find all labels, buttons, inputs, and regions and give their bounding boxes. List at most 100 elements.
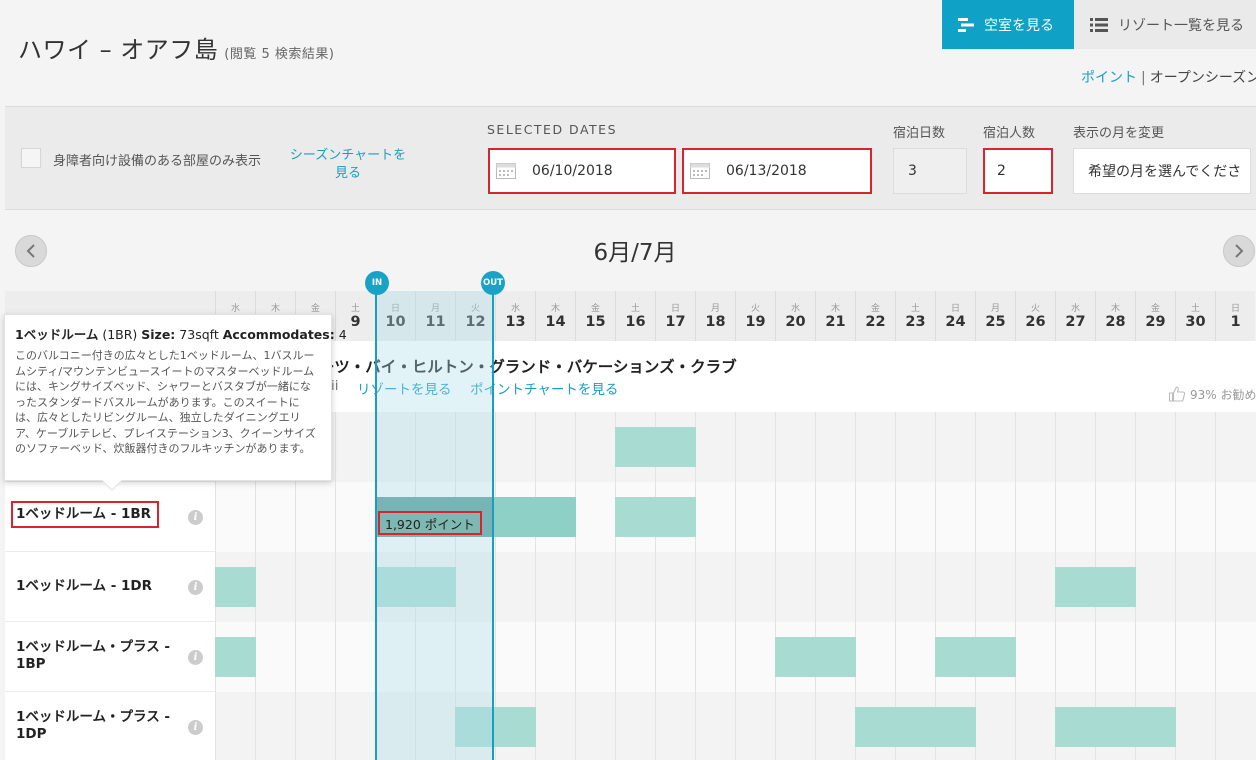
guests-field[interactable]: 2 xyxy=(983,148,1053,194)
checkout-date-field[interactable]: 06/13/2018 xyxy=(682,148,872,194)
weekday-label: 月 xyxy=(990,304,1000,314)
timeline-icon xyxy=(958,17,974,32)
room-name[interactable]: 1ベッドルーム - 1BR xyxy=(11,501,160,528)
day-number: 20 xyxy=(785,314,806,330)
checkin-marker[interactable]: IN xyxy=(365,271,389,295)
rating-text: 93% お勧め xyxy=(1190,387,1256,402)
room-name[interactable]: 1ベッドルーム・プラス - 1BP xyxy=(16,639,181,673)
open-season-link[interactable]: オープンシーズン xyxy=(1150,70,1256,86)
checkin-date-field[interactable]: 06/10/2018 xyxy=(488,148,676,194)
availability-block[interactable] xyxy=(1055,567,1136,607)
day-cell: 水 13 xyxy=(495,291,535,341)
day-number: 30 xyxy=(1185,314,1206,330)
season-chart-link[interactable]: シーズンチャートを見る xyxy=(285,147,411,183)
view-toggle: 空室を見る リゾート一覧を見る xyxy=(942,0,1256,49)
info-icon[interactable]: i xyxy=(188,720,203,735)
weekday-label: 水 xyxy=(510,304,520,314)
info-icon[interactable]: i xyxy=(188,580,203,595)
availability-block[interactable] xyxy=(215,567,256,607)
weekday-label: 土 xyxy=(350,304,360,314)
thumbs-up-icon xyxy=(1168,386,1186,402)
availability-block[interactable] xyxy=(1055,707,1176,747)
day-number: 1 xyxy=(1230,314,1241,330)
weekday-label: 土 xyxy=(1190,304,1200,314)
weekday-label: 火 xyxy=(1030,304,1040,314)
availability-block[interactable] xyxy=(775,637,856,677)
day-cell: 金 29 xyxy=(1135,291,1175,341)
prev-month-button[interactable] xyxy=(15,235,47,267)
availability-block[interactable] xyxy=(935,637,1016,677)
page-title-text: ハワイ – オアフ島 xyxy=(18,36,219,64)
weekday-label: 月 xyxy=(710,304,720,314)
link-separator: | xyxy=(1141,70,1146,86)
day-cell: 月 25 xyxy=(975,291,1015,341)
nights-value: 3 xyxy=(908,163,917,179)
list-icon xyxy=(1090,17,1108,32)
chevron-left-icon xyxy=(26,244,35,258)
room-row: 1ベッドルーム・プラス - 1BP i xyxy=(5,622,1256,692)
day-cell: 土 30 xyxy=(1175,291,1215,341)
weekday-label: 日 xyxy=(670,304,680,314)
view-availability-button[interactable]: 空室を見る xyxy=(942,0,1074,49)
day-number: 29 xyxy=(1145,314,1166,330)
day-number: 14 xyxy=(545,314,566,330)
day-number: 27 xyxy=(1065,314,1086,330)
checkout-marker[interactable]: OUT xyxy=(481,271,505,295)
tooltip-code: (1BR) xyxy=(102,327,138,342)
room-name[interactable]: 1ベッドルーム・プラス - 1DP xyxy=(16,709,181,743)
room-label: 1ベッドルーム・プラス - 1DP i xyxy=(5,692,215,760)
accessible-rooms-label: 身障者向け設備のある部屋のみ表示 xyxy=(53,154,262,169)
info-icon[interactable]: i xyxy=(188,650,203,665)
day-number: 21 xyxy=(825,314,846,330)
day-cell: 日 24 xyxy=(935,291,975,341)
filter-panel: 身障者向け設備のある部屋のみ表示 シーズンチャートを見る SELECTED DA… xyxy=(5,106,1256,210)
weekday-label: 土 xyxy=(630,304,640,314)
day-cell: 火 26 xyxy=(1015,291,1055,341)
weekday-label: 木 xyxy=(270,304,280,314)
accessible-rooms-checkbox[interactable] xyxy=(21,148,41,168)
availability-block[interactable] xyxy=(215,637,256,677)
price-label[interactable]: 1,920 ポイント xyxy=(378,511,482,535)
day-number: 24 xyxy=(945,314,966,330)
availability-block[interactable] xyxy=(855,707,976,747)
points-link[interactable]: ポイント xyxy=(1081,70,1137,86)
weekday-label: 水 xyxy=(790,304,800,314)
day-number: 17 xyxy=(665,314,686,330)
day-cell: 土 16 xyxy=(615,291,655,341)
day-cell: 土 23 xyxy=(895,291,935,341)
day-number: 18 xyxy=(705,314,726,330)
info-icon[interactable]: i xyxy=(188,510,203,525)
result-count: (閲覧 5 検索結果) xyxy=(224,47,335,62)
day-cell: 木 28 xyxy=(1095,291,1135,341)
room-name[interactable]: 1ベッドルーム - 1DR xyxy=(16,578,152,595)
weekday-label: 金 xyxy=(870,304,880,314)
day-cell: 日1 xyxy=(1215,291,1255,341)
tooltip-size-value: 73sqft xyxy=(179,327,219,342)
day-number: 25 xyxy=(985,314,1006,330)
day-cell: 日 17 xyxy=(655,291,695,341)
availability-block[interactable] xyxy=(615,497,696,537)
day-number: 28 xyxy=(1105,314,1126,330)
resort-location: ii xyxy=(331,378,339,394)
tooltip-header: 1ベッドルーム (1BR) Size: 73sqft Accommodates:… xyxy=(15,324,347,343)
checkout-date-value: 06/13/2018 xyxy=(726,163,807,179)
next-month-button[interactable] xyxy=(1223,235,1255,267)
month-select-placeholder: 希望の月を選んでくださ xyxy=(1088,164,1242,180)
day-number: 16 xyxy=(625,314,646,330)
tooltip-description: このバルコニー付きの広々とした1ベッドルーム、1バスルームシティ/マウンテンビュ… xyxy=(15,349,316,455)
day-number: 22 xyxy=(865,314,886,330)
weekday-label: 金 xyxy=(590,304,600,314)
day-cell: 木 21 xyxy=(815,291,855,341)
availability-block[interactable] xyxy=(615,427,696,467)
room-label: 1ベッドルーム - 1BR i xyxy=(5,482,215,552)
room-info-tooltip: 1ベッドルーム (1BR) Size: 73sqft Accommodates:… xyxy=(4,314,347,491)
tooltip-acc-value: 4 xyxy=(338,327,347,342)
checkout-line xyxy=(492,283,494,760)
tooltip-room: 1ベッドルーム xyxy=(15,327,99,342)
view-resort-list-button[interactable]: リゾート一覧を見る xyxy=(1074,0,1256,49)
day-number: 13 xyxy=(505,314,526,330)
weekday-label: 木 xyxy=(550,304,560,314)
checkin-line xyxy=(375,283,377,760)
tooltip-acc-label: Accommodates: xyxy=(222,327,335,342)
month-select[interactable]: 希望の月を選んでくださ xyxy=(1073,148,1251,194)
